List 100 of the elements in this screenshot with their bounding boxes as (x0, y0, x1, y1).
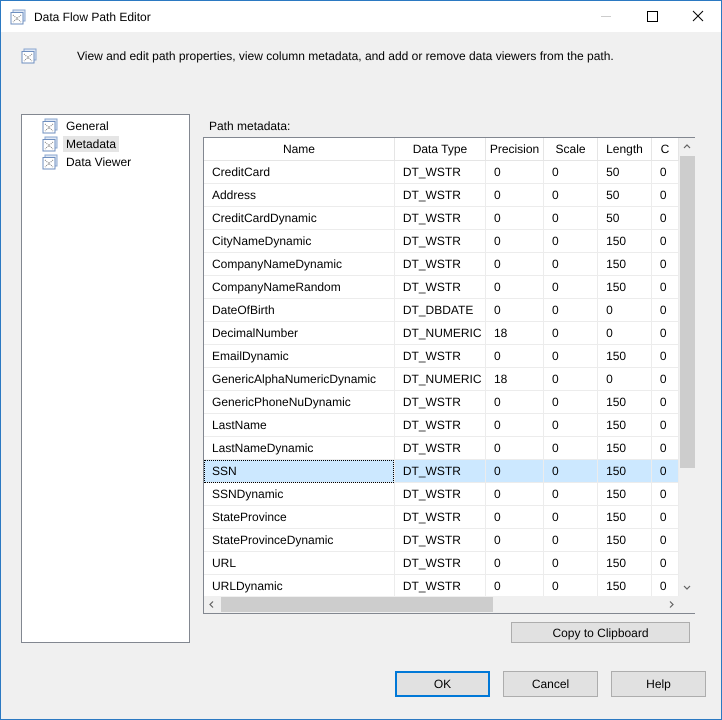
table-cell: 0 (486, 184, 544, 206)
table-cell: DT_WSTR (394, 276, 486, 298)
table-cell: DT_WSTR (394, 552, 486, 574)
table-cell: 0 (598, 368, 652, 390)
table-cell: CityNameDynamic (204, 230, 394, 252)
table-cell: 0 (486, 206, 544, 230)
table-cell: 0 (544, 482, 598, 506)
column-header[interactable]: Name (204, 138, 394, 160)
table-cell: 0 (544, 276, 598, 298)
table-cell: 150 (598, 528, 652, 552)
table-cell: 150 (598, 390, 652, 414)
table-cell: 0 (486, 160, 544, 184)
page-icon (42, 118, 58, 134)
table-cell: 0 (544, 206, 598, 230)
table-cell: 0 (486, 528, 544, 552)
table-cell: 0 (544, 252, 598, 276)
table-cell: DT_WSTR (394, 184, 486, 206)
table-cell: CompanyNameRandom (204, 276, 394, 298)
dialog-button[interactable]: Cancel (503, 671, 598, 697)
column-header[interactable]: Scale (544, 138, 598, 160)
table-cell: Address (204, 184, 394, 206)
table-cell: 150 (598, 344, 652, 368)
table-cell: DT_NUMERIC (394, 368, 486, 390)
table-cell: 0 (486, 230, 544, 252)
page-icon (42, 154, 58, 170)
table-cell: 18 (486, 322, 544, 344)
table-cell: 0 (486, 390, 544, 414)
table-cell: 0 (544, 298, 598, 322)
table-cell: GenericAlphaNumericDynamic (204, 368, 394, 390)
table-cell: 0 (544, 506, 598, 528)
table-cell: DT_WSTR (394, 460, 486, 482)
table-cell: DT_WSTR (394, 160, 486, 184)
column-header[interactable]: Length (598, 138, 652, 160)
scrollbar-thumb[interactable] (221, 597, 493, 612)
table-cell: 0 (486, 252, 544, 276)
table-cell: DT_WSTR (394, 528, 486, 552)
table-cell: 150 (598, 482, 652, 506)
dialog-button[interactable]: OK (395, 671, 490, 697)
table-cell: StateProvince (204, 506, 394, 528)
table-cell: GenericPhoneNuDynamic (204, 390, 394, 414)
table-cell: 0 (486, 552, 544, 574)
table-cell: DT_WSTR (394, 344, 486, 368)
table-cell: StateProvinceDynamic (204, 528, 394, 552)
page-icon (42, 136, 58, 152)
table-cell: 0 (544, 414, 598, 436)
table-cell: EmailDynamic (204, 344, 394, 368)
table-cell: DateOfBirth (204, 298, 394, 322)
table-cell: 0 (544, 344, 598, 368)
table-cell: 0 (598, 322, 652, 344)
table-cell: SSNDynamic (204, 482, 394, 506)
window-title: Data Flow Path Editor (34, 10, 152, 24)
path-metadata-label: Path metadata: (209, 119, 292, 133)
table-cell: DT_WSTR (394, 482, 486, 506)
table-cell: 0 (486, 460, 544, 482)
table-cell: DT_WSTR (394, 506, 486, 528)
app-icon (10, 8, 26, 24)
copy-to-clipboard-button[interactable]: Copy to Clipboard (511, 622, 690, 643)
table-cell: 150 (598, 414, 652, 436)
table-cell: 0 (486, 482, 544, 506)
table-cell: 0 (486, 506, 544, 528)
table-cell: 0 (651, 460, 678, 482)
table-cell: 0 (544, 368, 598, 390)
table-cell: URL (204, 552, 394, 574)
table-cell: 0 (486, 344, 544, 368)
table-cell: DT_WSTR (394, 252, 486, 276)
description-text: View and edit path properties, view column metadata, and add or remove data viewers from the path. (77, 49, 614, 63)
table-cell: 0 (544, 230, 598, 252)
table-cell: 150 (598, 506, 652, 528)
tree-item[interactable]: Metadata (63, 136, 120, 152)
column-header[interactable]: Data Type (394, 138, 486, 160)
tree-item[interactable]: Data Viewer (63, 154, 134, 170)
table-cell: 0 (544, 552, 598, 574)
table-cell: CompanyNameDynamic (204, 252, 394, 276)
table-cell: DT_DBDATE (394, 298, 486, 322)
table-cell: 0 (486, 276, 544, 298)
table-cell: 0 (544, 528, 598, 552)
table-cell: LastName (204, 414, 394, 436)
table-cell: 150 (598, 552, 652, 574)
table-cell: 0 (598, 298, 652, 322)
tree-item[interactable]: General (63, 118, 112, 134)
table-cell: 0 (486, 298, 544, 322)
scrollbar-thumb[interactable] (680, 156, 694, 468)
table-cell: 0 (486, 414, 544, 436)
table-cell: 0 (544, 322, 598, 344)
column-header[interactable]: Precision (486, 138, 544, 160)
table-cell: 50 (598, 184, 652, 206)
table-cell: DT_WSTR (394, 230, 486, 252)
table-cell: CreditCardDynamic (204, 206, 394, 230)
table-cell: 150 (598, 460, 652, 482)
table-cell: DT_WSTR (394, 414, 486, 436)
form-icon (21, 48, 37, 64)
table-cell: CreditCard (204, 160, 394, 184)
table-cell: SSN (204, 460, 394, 482)
table-cell: DecimalNumber (204, 322, 394, 344)
table-cell: 0 (544, 184, 598, 206)
table-cell: 150 (598, 276, 652, 298)
table-cell: 0 (544, 460, 598, 482)
table-cell: DT_WSTR (394, 390, 486, 414)
dialog-button[interactable]: Help (611, 671, 706, 697)
table-cell: 0 (544, 160, 598, 184)
